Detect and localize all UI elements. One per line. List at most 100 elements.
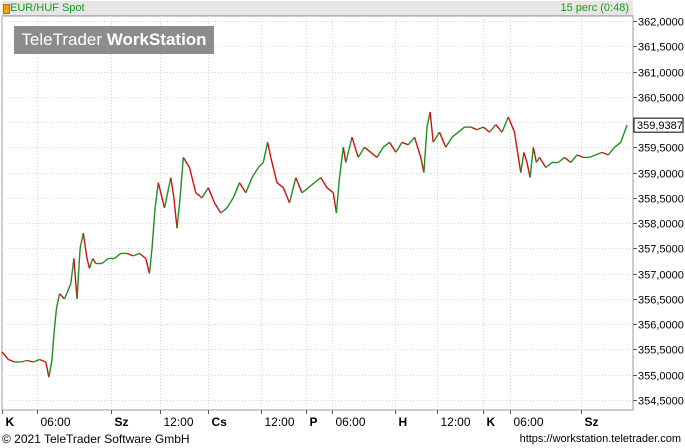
x-tick-label: 12:00 [265,415,295,429]
x-tick-label: 06:00 [336,415,366,429]
price-segment [501,116,509,133]
y-tick-label: 358,0000 [638,219,684,231]
price-segment [170,177,175,198]
price-segment [245,177,253,194]
y-tick-label: 354,5000 [638,396,684,408]
price-segment [101,257,109,265]
price-segment [133,252,140,257]
price-segment [179,157,184,198]
price-segment [154,182,159,208]
price-segment [351,136,359,158]
price-segment [445,136,453,148]
copyright-text: © 2021 TeleTrader Software GmbH [2,432,190,446]
price-segment [92,258,97,264]
price-segment [114,252,122,260]
x-tick-label: H [399,415,408,429]
price-segment [357,146,366,158]
price-segment [55,293,61,310]
y-tick-label: 362,0000 [638,17,684,29]
price-segment [438,131,447,148]
price-segment [226,197,234,209]
price-segment [564,156,572,164]
price-segment [342,147,347,163]
price-segment [301,187,309,194]
y-tick-label: 357,0000 [638,270,684,282]
footer-url-link[interactable]: https://workstation.teletrader.com [520,432,681,446]
price-segment [470,126,478,131]
watermark-bold: WorkStation [106,30,207,49]
price-segment [238,182,247,194]
price-segment [270,157,278,183]
price-segment [589,154,597,159]
price-segment [307,182,315,189]
price-segment [262,142,269,163]
price-segment [620,124,628,143]
price-segment [532,147,538,163]
price-segment [407,136,416,146]
price-chart[interactable]: 354,5000 355,0000 355,5000 356,0000 356,5000… [0,0,685,448]
price-segment [86,258,91,269]
price-segment [163,177,172,209]
x-tick-label: 06:00 [514,415,544,429]
y-tick-label: 356,5000 [638,295,684,307]
price-segment [526,162,531,178]
x-tick-label: P [310,415,318,429]
price-segment [535,157,541,163]
price-segment [332,192,338,214]
price-segment [364,146,372,153]
price-segment [529,147,534,178]
price-segment [295,177,303,194]
price-segment [507,116,516,133]
grid-layer [1,15,634,411]
price-segment [39,358,47,363]
price-segment [201,187,209,199]
price-segment [576,154,584,159]
price-segment [516,152,522,173]
series-layer [1,111,628,378]
price-segment [151,207,156,249]
price-segment [520,152,525,173]
price-segment [82,233,88,259]
price-segment [607,146,616,156]
x-tick-label: K [487,415,496,429]
price-segment [335,177,341,214]
price-segment [76,248,81,299]
price-segment [207,187,216,204]
price-segment [8,358,15,363]
price-segment [45,361,50,378]
price-segment [601,151,609,156]
price-segment [182,157,191,168]
price-segment [595,151,603,156]
price-segment [79,233,84,249]
price-segment [314,177,322,184]
y-tick-label: 359,5000 [638,143,684,155]
price-segment [139,252,147,260]
price-segment [288,177,297,204]
price-segment [73,258,78,299]
price-segment [476,126,484,131]
y-tick-label: 361,0000 [638,68,684,80]
price-segment [148,248,153,274]
price-segment [482,126,490,133]
price-segment [523,152,528,163]
price-segment [157,182,166,209]
price-segment [538,157,547,168]
watermark-regular: TeleTrader [21,30,107,49]
price-segment [495,124,503,133]
price-segment [513,132,519,153]
price-segment [557,156,565,164]
price-segment [423,127,428,173]
price-segment [53,308,58,335]
price-segment [251,167,259,178]
price-segment [232,182,241,199]
last-price-label: 359,9387 [637,120,683,132]
y-tick-label: 360,5000 [638,93,684,105]
price-segment [220,207,228,214]
price-segment [188,167,197,193]
x-tick-label: 12:00 [441,415,471,429]
price-segment [257,162,264,168]
price-segment [145,258,151,274]
price-segment [370,151,378,158]
price-segment [545,161,553,169]
y-tick-label: 355,0000 [638,371,684,383]
